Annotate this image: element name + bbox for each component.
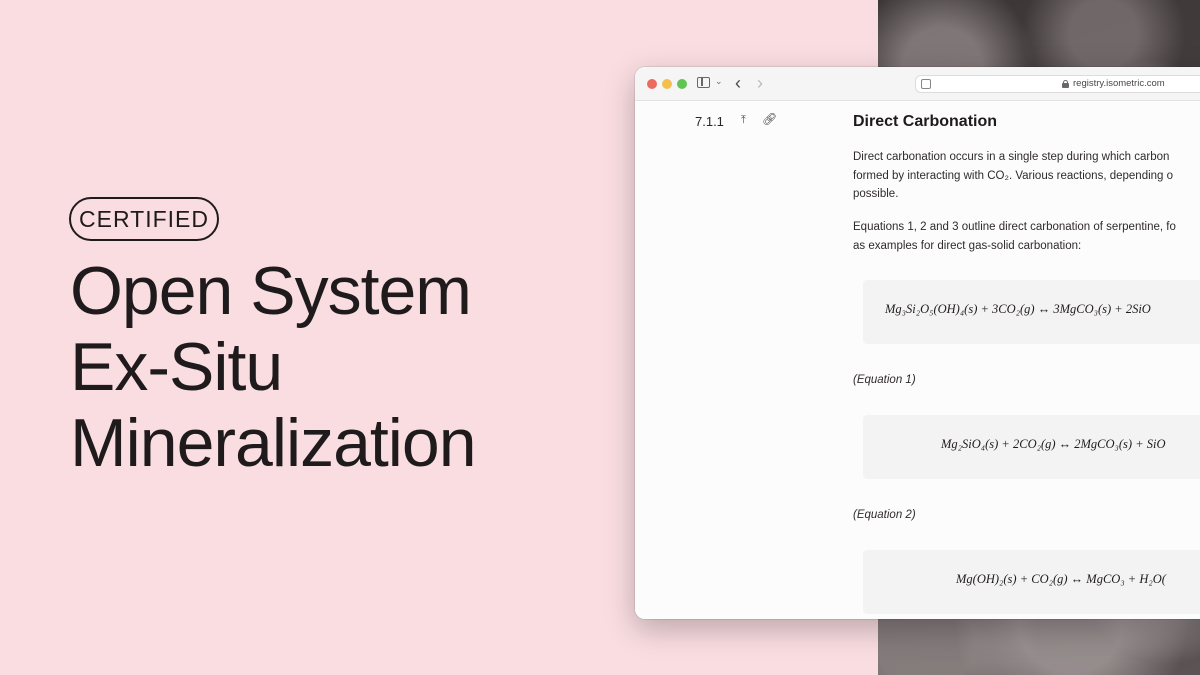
url-text[interactable]: registry.isometric.com — [1073, 78, 1165, 89]
section-heading: Direct Carbonation — [853, 113, 998, 130]
equation-formula: Mg(OH)₂(s) + CO₂(g) ↔ MgCO₃ + H₂O( — [956, 572, 1166, 586]
paragraph-line: possible. — [853, 188, 899, 200]
paragraph-line: Equations 1, 2 and 3 outline direct carb… — [853, 221, 1176, 233]
section-number: 7.1.1 — [695, 114, 724, 129]
equation-block: Mg₂SiO₄(s) + 2CO₂(g) ↔ 2MgCO₃(s) + SiO — [863, 415, 1200, 479]
browser-window: ⌄ ‹ › registry.isometric.com 7.1.1 ⤒ 🔗︎ … — [635, 67, 1200, 619]
equation-formula: Mg₂SiO₄(s) + 2CO₂(g) ↔ 2MgCO₃(s) + SiO — [941, 437, 1166, 451]
back-arrow-icon[interactable]: ‹ — [735, 73, 741, 94]
paragraph-line: formed by interacting with CO₂. Various … — [853, 169, 1174, 182]
certified-badge-label: CERTIFIED — [79, 205, 209, 232]
paragraph: Direct carbonation occurs in a single st… — [853, 148, 1173, 204]
equation-block: Mg(OH)₂(s) + CO₂(g) ↔ MgCO₃ + H₂O( — [863, 550, 1200, 614]
equation-label: (Equation 1) — [853, 374, 916, 386]
link-icon[interactable]: 🔗︎ — [762, 112, 777, 126]
chevron-down-icon[interactable]: ⌄ — [715, 76, 723, 87]
page-content: 7.1.1 ⤒ 🔗︎ Direct Carbonation Direct car… — [635, 102, 1200, 619]
browser-toolbar: ⌄ ‹ › registry.isometric.com — [635, 67, 1200, 101]
scroll-to-top-icon[interactable]: ⤒ — [741, 114, 746, 127]
equation-label: (Equation 2) — [853, 509, 916, 521]
forward-arrow-icon[interactable]: › — [757, 73, 763, 94]
lock-icon — [1062, 80, 1069, 88]
page-settings-icon[interactable] — [921, 79, 931, 89]
page-title-line: Mineralization — [70, 405, 477, 481]
close-window-button[interactable] — [647, 79, 657, 89]
minimize-window-button[interactable] — [662, 79, 672, 89]
paragraph: Equations 1, 2 and 3 outline direct carb… — [853, 218, 1176, 255]
address-bar[interactable]: registry.isometric.com — [915, 75, 1200, 93]
page-title-line: Ex-Situ — [70, 329, 283, 405]
sidebar-toggle-icon[interactable] — [697, 77, 710, 88]
paragraph-line: Direct carbonation occurs in a single st… — [853, 151, 1170, 163]
equation-block: Mg₃Si₂O₅(OH)₄(s) + 3CO₂(g) ↔ 3MgCO₃(s) +… — [863, 280, 1200, 344]
fullscreen-window-button[interactable] — [677, 79, 687, 89]
paragraph-line: as examples for direct gas-solid carbona… — [853, 239, 1082, 252]
certified-badge: CERTIFIED — [69, 197, 219, 241]
page-title: Open System Ex-Situ Mineralization — [70, 253, 590, 481]
page-title-line: Open System — [70, 253, 472, 329]
equation-formula: Mg₃Si₂O₅(OH)₄(s) + 3CO₂(g) ↔ 3MgCO₃(s) +… — [885, 302, 1151, 316]
